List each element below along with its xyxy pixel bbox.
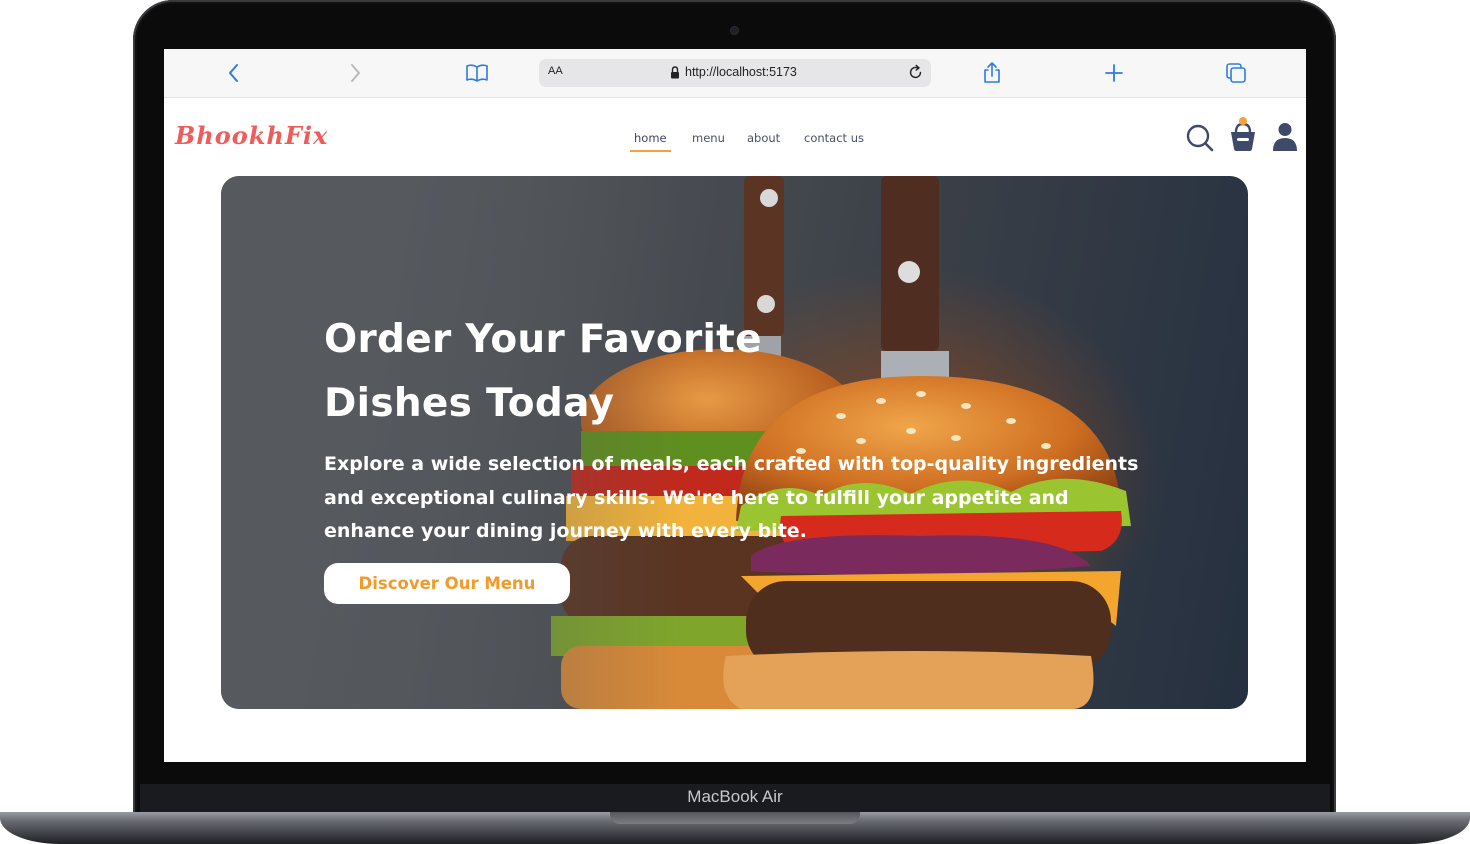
lock-icon bbox=[671, 66, 679, 79]
site-logo[interactable]: BhookhFix bbox=[175, 121, 328, 150]
nav-menu[interactable]: menu bbox=[692, 131, 725, 145]
burger-image bbox=[221, 176, 1248, 709]
share-icon[interactable] bbox=[980, 61, 1004, 85]
hero-description: Explore a wide selection of meals, each … bbox=[324, 453, 1139, 542]
chevron-right-icon[interactable] bbox=[343, 61, 367, 85]
reload-icon[interactable] bbox=[907, 64, 924, 81]
hero-banner: Order Your Favorite Dishes Today Explore… bbox=[221, 176, 1248, 709]
nav-about[interactable]: about bbox=[747, 131, 780, 145]
hero-title: Order Your Favorite Dishes Today bbox=[324, 317, 762, 426]
camera-icon bbox=[731, 27, 738, 34]
browser-screen: AA http://localhost:5173 BhookhFix home … bbox=[164, 49, 1306, 762]
basket-icon[interactable] bbox=[1229, 117, 1257, 152]
tabs-icon[interactable] bbox=[1224, 61, 1248, 85]
search-icon[interactable] bbox=[1186, 124, 1214, 152]
plus-icon[interactable] bbox=[1102, 61, 1126, 85]
user-icon[interactable] bbox=[1272, 122, 1298, 152]
reader-aa-button[interactable]: AA bbox=[548, 65, 563, 77]
nav-contact-us[interactable]: contact us bbox=[804, 131, 864, 145]
chevron-left-icon[interactable] bbox=[222, 61, 246, 85]
url-text[interactable]: http://localhost:5173 bbox=[685, 65, 797, 79]
device-model-label: MacBook Air bbox=[687, 787, 783, 806]
browser-toolbar: AA http://localhost:5173 bbox=[164, 49, 1306, 98]
address-bar[interactable]: AA http://localhost:5173 bbox=[539, 59, 931, 87]
discover-menu-button[interactable]: Discover Our Menu bbox=[324, 563, 570, 604]
cart-badge bbox=[1239, 117, 1247, 125]
laptop-notch bbox=[610, 812, 860, 824]
book-icon[interactable] bbox=[465, 61, 489, 85]
nav-home[interactable]: home bbox=[630, 131, 671, 152]
